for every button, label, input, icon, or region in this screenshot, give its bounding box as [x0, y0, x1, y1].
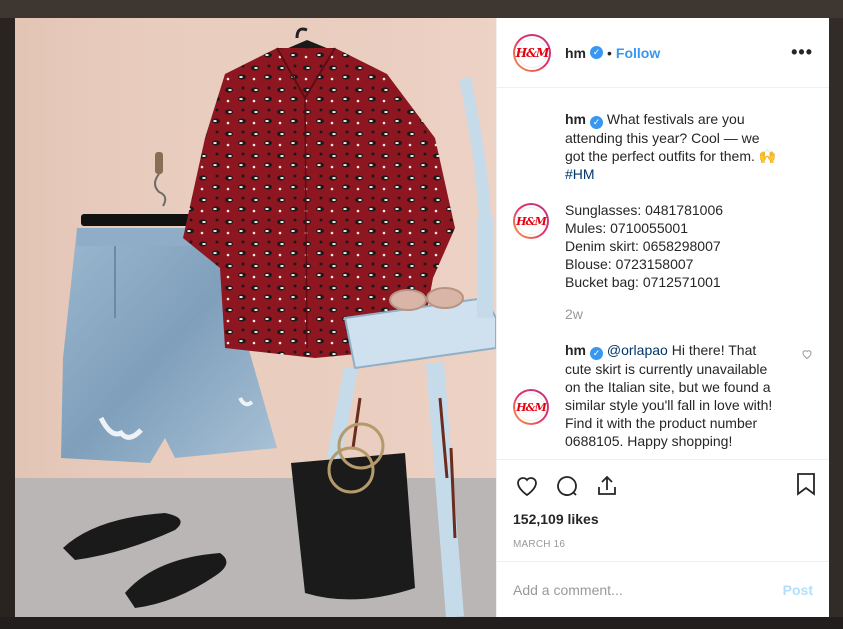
- share-icon[interactable]: [587, 466, 627, 506]
- post-date[interactable]: MARCH 16: [497, 539, 829, 561]
- comment-form: Post: [497, 561, 829, 617]
- comment-input[interactable]: [513, 581, 753, 598]
- product-comment: H&M Sunglasses: 0481781006 Mules: 071005…: [513, 201, 813, 323]
- comments-list[interactable]: hm ✓ What festivals are you attending thi…: [497, 88, 829, 459]
- comment-avatar[interactable]: H&M: [513, 203, 549, 239]
- action-bar: [497, 459, 829, 511]
- caption-username[interactable]: hm: [565, 111, 586, 127]
- product-line: Mules: 0710055001: [565, 220, 688, 236]
- hm-logo: H&M: [516, 393, 547, 421]
- like-heart-icon[interactable]: [507, 466, 547, 506]
- post-photo[interactable]: [15, 18, 496, 617]
- mention-link[interactable]: @orlapao: [607, 342, 668, 358]
- comment-timestamp[interactable]: 2w: [565, 305, 781, 323]
- product-line: Blouse: 0723158007: [565, 256, 694, 272]
- post-header: H&M hm ✓ • Follow •••: [497, 18, 829, 88]
- separator-dot: •: [607, 44, 612, 61]
- raised-hands-emoji: 🙌: [758, 148, 777, 164]
- product-line: Denim skirt: 0658298007: [565, 238, 721, 254]
- comment-avatar[interactable]: H&M: [513, 389, 549, 425]
- reply-comment: H&M hm ✓ @orlapao Hi there! That cute ski…: [513, 341, 813, 450]
- product-line: Bucket bag: 0712571001: [565, 274, 721, 290]
- verified-badge-icon: ✓: [590, 46, 603, 59]
- header-username[interactable]: hm: [565, 45, 586, 61]
- verified-badge-icon: ✓: [590, 116, 603, 129]
- hm-logo: H&M: [516, 207, 547, 235]
- profile-avatar[interactable]: H&M: [513, 33, 551, 72]
- product-line: Sunglasses: 0481781006: [565, 202, 724, 218]
- hm-logo: H&M: [516, 37, 549, 68]
- verified-badge-icon: ✓: [590, 347, 603, 360]
- like-comment-icon[interactable]: [801, 347, 813, 365]
- post-modal: H&M hm ✓ • Follow ••• hm ✓ What festivals…: [15, 18, 829, 617]
- caption-text: hm ✓ What festivals are you attending thi…: [565, 110, 781, 183]
- post-sidebar: H&M hm ✓ • Follow ••• hm ✓ What festivals…: [496, 18, 829, 617]
- bookmark-icon[interactable]: [795, 472, 817, 501]
- post-comment-button[interactable]: Post: [783, 582, 813, 598]
- follow-button[interactable]: Follow: [616, 45, 660, 61]
- likes-count[interactable]: 152,109 likes: [497, 511, 829, 531]
- reply-username[interactable]: hm: [565, 342, 586, 358]
- reply-text: hm ✓ @orlapao Hi there! That cute skirt i…: [565, 341, 781, 450]
- outfit-photo-illustration: [15, 18, 496, 617]
- product-list: Sunglasses: 0481781006 Mules: 0710055001…: [565, 201, 781, 323]
- more-options-icon[interactable]: •••: [791, 42, 813, 63]
- comment-bubble-icon[interactable]: [547, 466, 587, 506]
- caption-comment: hm ✓ What festivals are you attending thi…: [513, 110, 813, 183]
- hashtag-link[interactable]: #HM: [565, 166, 595, 182]
